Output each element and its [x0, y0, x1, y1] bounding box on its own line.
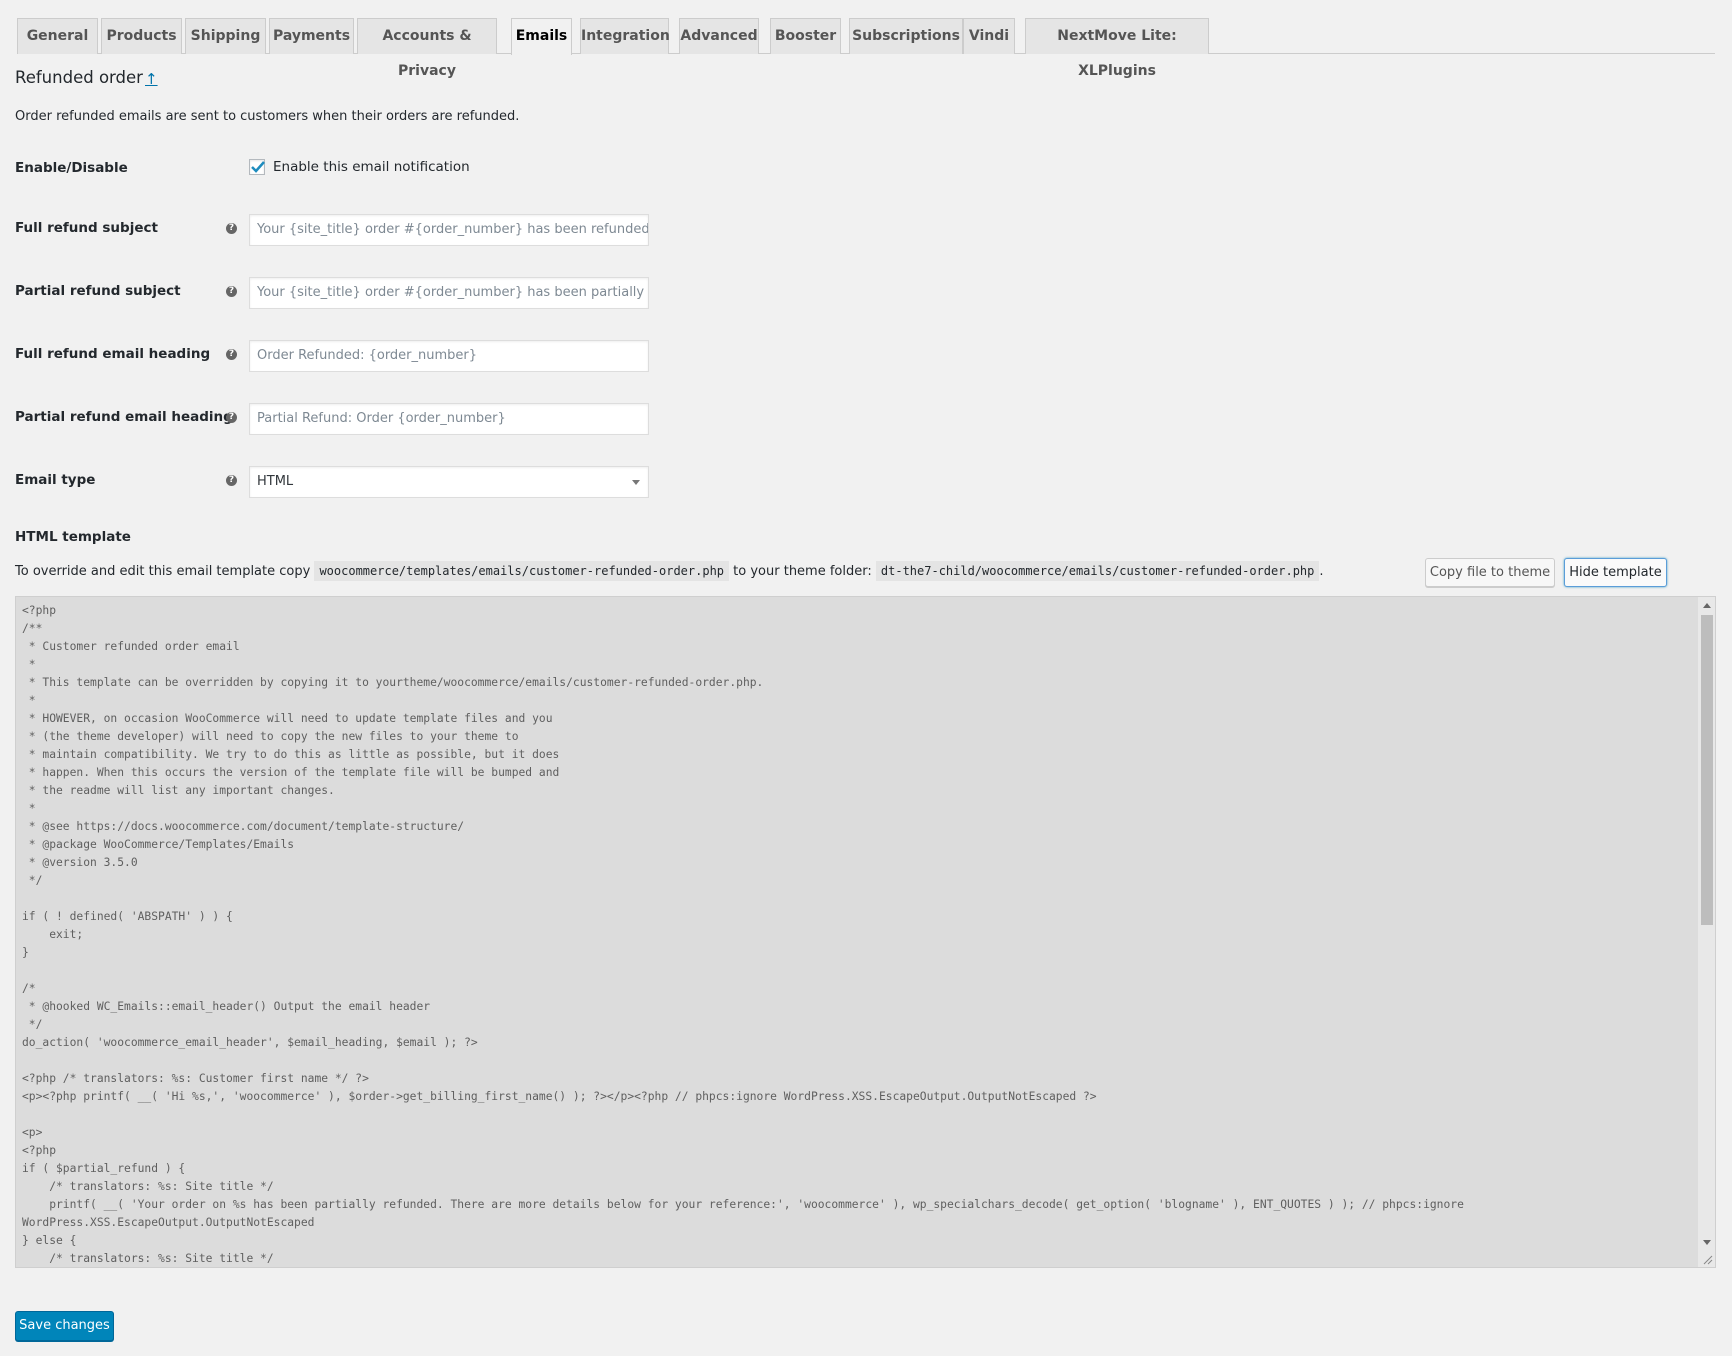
- chevron-down-icon: [632, 480, 640, 485]
- help-icon: ?: [226, 223, 237, 234]
- page-title: Refunded order: [15, 68, 143, 87]
- tab-nextmove-lite[interactable]: NextMove Lite: XLPlugins: [1025, 18, 1209, 79]
- help-icon: ?: [226, 475, 237, 486]
- checkmark-icon: [251, 161, 265, 173]
- page-description: Order refunded emails are sent to custom…: [15, 109, 520, 124]
- html-template-heading: HTML template: [15, 529, 131, 545]
- help-icon: ?: [226, 286, 237, 297]
- tab-products[interactable]: Products: [101, 18, 182, 54]
- full-refund-subject-label: Full refund subject: [15, 220, 158, 236]
- full-refund-subject-input[interactable]: Your {site_title} order #{order_number} …: [249, 214, 649, 246]
- tab-payments[interactable]: Payments: [269, 18, 354, 54]
- hide-template-button[interactable]: Hide template: [1564, 558, 1667, 587]
- copy-file-to-theme-button[interactable]: Copy file to theme: [1425, 558, 1555, 587]
- override-text-middle: to your theme folder:: [733, 564, 872, 579]
- help-icon: ?: [226, 349, 237, 360]
- enable-disable-label: Enable/Disable: [15, 160, 128, 176]
- full-refund-heading-label: Full refund email heading: [15, 346, 211, 362]
- source-template-path: woocommerce/templates/emails/customer-re…: [314, 561, 730, 581]
- settings-tabs: General Products Shipping Payments Accou…: [17, 18, 1715, 79]
- template-code-editor[interactable]: <?php /** * Customer refunded order emai…: [15, 596, 1716, 1268]
- override-instructions: To override and edit this email template…: [15, 561, 1324, 581]
- email-type-value: HTML: [257, 474, 294, 489]
- partial-refund-heading-label: Partial refund email heading: [15, 409, 233, 425]
- theme-template-path: dt-the7-child/woocommerce/emails/custome…: [875, 561, 1320, 581]
- tab-accounts-privacy[interactable]: Accounts & Privacy: [357, 18, 497, 79]
- tab-booster[interactable]: Booster: [770, 18, 841, 54]
- partial-refund-heading-input[interactable]: Partial Refund: Order {order_number}: [249, 403, 649, 435]
- tab-shipping[interactable]: Shipping: [185, 18, 266, 54]
- full-refund-heading-input[interactable]: Order Refunded: {order_number}: [249, 340, 649, 372]
- email-type-label: Email type: [15, 472, 96, 488]
- vertical-scrollbar[interactable]: [1698, 597, 1715, 1267]
- tab-advanced[interactable]: Advanced: [679, 18, 759, 54]
- tab-general[interactable]: General: [17, 18, 98, 54]
- template-code: <?php /** * Customer refunded order emai…: [22, 604, 1464, 1265]
- override-text-prefix: To override and edit this email template…: [15, 564, 311, 579]
- tab-emails[interactable]: Emails: [511, 18, 572, 55]
- partial-refund-subject-input[interactable]: Your {site_title} order #{order_number} …: [249, 277, 649, 309]
- resize-handle-icon[interactable]: [1703, 1255, 1713, 1265]
- scroll-down-icon[interactable]: [1703, 1240, 1711, 1245]
- tab-subscriptions[interactable]: Subscriptions: [849, 18, 963, 54]
- scroll-up-icon[interactable]: [1703, 603, 1711, 608]
- save-changes-button[interactable]: Save changes: [15, 1311, 114, 1341]
- email-type-select[interactable]: HTML: [249, 466, 649, 498]
- enable-notification-checkbox[interactable]: [249, 159, 265, 175]
- tab-vindi[interactable]: Vindi: [963, 18, 1015, 54]
- override-text-suffix: .: [1319, 564, 1324, 579]
- up-arrow-icon[interactable]: ↑: [145, 70, 158, 88]
- partial-refund-subject-label: Partial refund subject: [15, 283, 181, 299]
- scrollbar-thumb[interactable]: [1701, 615, 1713, 925]
- tab-integration[interactable]: Integration: [580, 18, 670, 54]
- enable-notification-label: Enable this email notification: [273, 159, 470, 175]
- help-icon: ?: [226, 412, 237, 423]
